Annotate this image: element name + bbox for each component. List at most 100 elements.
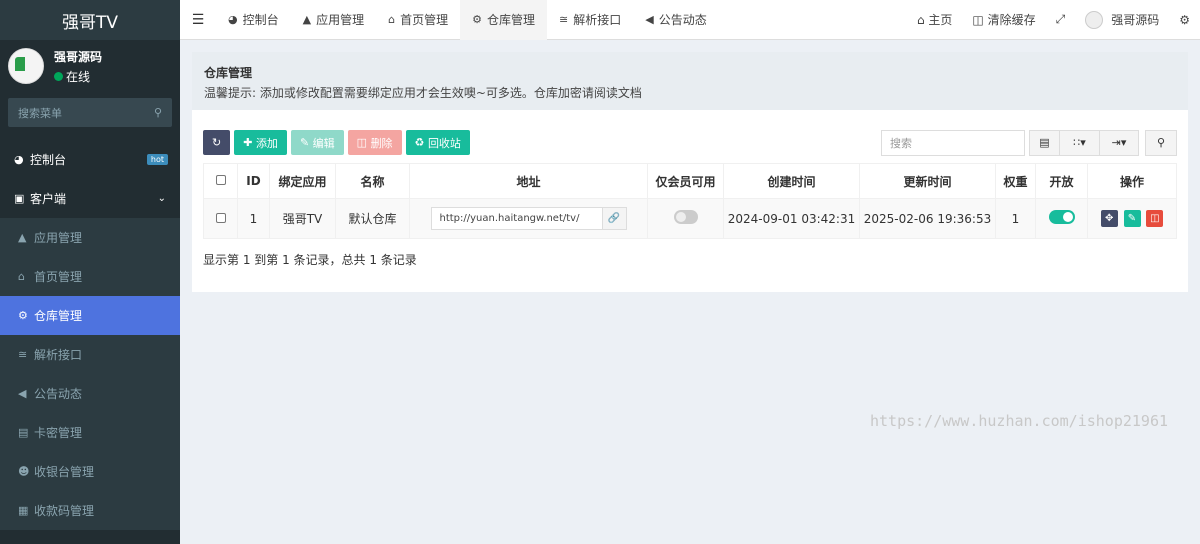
sidebar-item-label: 控制台 (30, 153, 67, 167)
tab-dashboard[interactable]: ◕ 控制台 (216, 0, 291, 40)
table-search-input[interactable]: 搜索 (881, 129, 1025, 156)
tab-parse-api[interactable]: ≅ 解析接口 (547, 0, 633, 40)
columns-dropdown-button[interactable]: ∷▾ (1059, 129, 1099, 156)
sidebar-item-dashboard[interactable]: ◕ 控制台 hot (0, 140, 180, 179)
col-app[interactable]: 绑定应用 (269, 163, 336, 199)
col-name[interactable]: 名称 (335, 163, 410, 199)
sidebar-item-cashier[interactable]: ☻ 收银台管理 (0, 452, 180, 491)
refresh-button[interactable]: ↻ (203, 130, 231, 155)
col-vip-only[interactable]: 仅会员可用 (647, 163, 724, 199)
export-dropdown-button[interactable]: ⇥▾ (1099, 129, 1139, 156)
col-url[interactable]: 地址 (409, 163, 648, 199)
panel-body: ↻ ✚ 添加 ✎ 编辑 ◫ 删除 ♻ 回收站 搜索 ▤ ∷▾ ⇥▾ ⚲ ID 绑… (192, 110, 1188, 292)
toggle-view-button[interactable]: ▤ (1029, 129, 1059, 156)
sidebar-item-label: 首页管理 (34, 270, 83, 284)
cell-app: 强哥TV (269, 198, 336, 239)
add-button[interactable]: ✚ 添加 (234, 130, 287, 155)
col-created[interactable]: 创建时间 (723, 163, 860, 199)
trash-icon: ◫ (972, 12, 984, 27)
col-id[interactable]: ID (237, 163, 270, 199)
sidebar-item-client[interactable]: ▣ 客户端 ⌄ (0, 179, 180, 218)
cell-vip-only (647, 198, 724, 239)
tab-label: 首页管理 (400, 13, 449, 27)
tab-home-management[interactable]: ⌂ 首页管理 (376, 0, 460, 40)
row-checkbox[interactable] (215, 212, 226, 223)
cell-updated: 2025-02-06 19:36:53 (859, 198, 996, 239)
plus-icon: ✚ (243, 136, 253, 149)
select-all-cell (203, 163, 238, 199)
tab-label: 应用管理 (316, 13, 365, 27)
tab-label: 控制台 (242, 13, 279, 27)
row-select-cell (203, 198, 238, 239)
menu-toggle-icon[interactable]: ☰ (180, 12, 216, 28)
link-icon[interactable]: 🔗 (601, 208, 626, 229)
home-icon: ⌂ (916, 12, 925, 27)
cell-id: 1 (237, 198, 270, 239)
home-icon: ⌂ (18, 270, 25, 283)
pagination-info: 显示第 1 到第 1 条记录，总共 1 条记录 (203, 253, 417, 267)
online-dot-icon (54, 71, 63, 81)
advanced-search-button[interactable]: ⚲ (1145, 129, 1177, 156)
sidebar-item-home-management[interactable]: ⌂ 首页管理 (0, 257, 180, 296)
tab-repo-management[interactable]: ⚙ 仓库管理 (460, 0, 547, 40)
avatar (1085, 10, 1104, 29)
cell-weight: 1 (995, 198, 1036, 239)
app-logo[interactable]: 强哥TV (0, 0, 180, 40)
sidebar-item-label: 公告动态 (34, 387, 83, 401)
sidebar-item-label: 解析接口 (34, 348, 83, 362)
user-panel: 强哥源码 在线 (0, 40, 180, 92)
tab-label: 解析接口 (573, 13, 622, 27)
vip-only-toggle[interactable] (673, 210, 698, 224)
sidebar-item-announcements[interactable]: ◀ 公告动态 (0, 374, 180, 413)
url-field[interactable]: http://yuan.haitangw.net/tv/ 🔗 (430, 207, 627, 230)
settings-gear-icon[interactable]: ⚙ (1169, 13, 1200, 27)
menu-search-input[interactable]: 搜索菜单 ⚲ (8, 98, 172, 127)
pencil-icon: ✎ (299, 136, 310, 149)
fullscreen-icon[interactable]: ⤢ (1046, 12, 1076, 27)
table-header-row: ID 绑定应用 名称 地址 仅会员可用 创建时间 更新时间 权重 开放 操作 (203, 163, 1177, 199)
sidebar-item-parse-api[interactable]: ≅ 解析接口 (0, 335, 180, 374)
sidebar-item-repo-management[interactable]: ⚙ 仓库管理 (0, 296, 180, 335)
qrcode-icon: ▦ (18, 504, 29, 517)
tab-app-management[interactable]: ▲ 应用管理 (291, 0, 376, 40)
col-updated[interactable]: 更新时间 (859, 163, 996, 199)
clear-cache-button[interactable]: ◫ 清除缓存 (962, 11, 1045, 28)
col-weight[interactable]: 权重 (995, 163, 1036, 199)
clear-cache-label: 清除缓存 (987, 13, 1036, 27)
recycle-bin-button[interactable]: ♻ 回收站 (405, 130, 470, 155)
cogs-icon: ⚙ (472, 13, 482, 26)
sidebar-item-payment-codes[interactable]: ▦ 收款码管理 (0, 491, 180, 530)
sidebar-item-label: 收银台管理 (34, 465, 95, 479)
home-label: 主页 (928, 13, 953, 27)
home-link[interactable]: ⌂ 主页 (907, 11, 962, 28)
delete-button[interactable]: ◫ 删除 (347, 130, 402, 155)
edit-label: 编辑 (312, 136, 335, 150)
watermark-text: https://www.huzhan.com/ishop21961 (870, 412, 1169, 430)
open-toggle[interactable] (1048, 210, 1075, 224)
select-all-checkbox[interactable] (215, 175, 226, 185)
pencil-icon: ✎ (1127, 213, 1137, 224)
row-edit-button[interactable]: ✎ (1123, 210, 1141, 227)
bullhorn-icon: ◀ (18, 387, 27, 400)
user-menu[interactable]: 强哥源码 (1075, 10, 1169, 29)
search-icon: ⚲ (1156, 136, 1166, 149)
drag-move-button[interactable]: ✥ (1100, 210, 1118, 227)
hot-badge: hot (146, 154, 168, 165)
android-icon: ▲ (302, 13, 312, 26)
edit-button[interactable]: ✎ 编辑 (290, 130, 344, 155)
sidebar-item-label: 仓库管理 (34, 309, 83, 323)
sidebar-item-card-keys[interactable]: ▤ 卡密管理 (0, 413, 180, 452)
bullhorn-icon: ◀ (645, 13, 654, 26)
grid-icon: ∷▾ (1073, 136, 1086, 149)
cogs-icon: ⚙ (18, 309, 28, 322)
top-navbar: ☰ ◕ 控制台 ▲ 应用管理 ⌂ 首页管理 ⚙ 仓库管理 ≅ 解析接口 ◀ 公告动态 ⌂ 主… (180, 0, 1200, 40)
tab-announcements[interactable]: ◀ 公告动态 (633, 0, 718, 40)
card-icon: ▤ (18, 426, 29, 439)
home-icon: ⌂ (388, 13, 396, 26)
search-icon[interactable]: ⚲ (154, 106, 162, 119)
sidebar: 强哥TV 强哥源码 在线 搜索菜单 ⚲ ◕ 控制台 hot ▣ 客户端 ⌄ ▲ … (0, 0, 180, 544)
row-delete-button[interactable]: ◫ (1146, 210, 1164, 227)
col-open[interactable]: 开放 (1035, 163, 1088, 199)
sidebar-item-app-management[interactable]: ▲ 应用管理 (0, 218, 180, 257)
table-toolbar: ↻ ✚ 添加 ✎ 编辑 ◫ 删除 ♻ 回收站 搜索 ▤ ∷▾ ⇥▾ ⚲ (203, 129, 1177, 156)
